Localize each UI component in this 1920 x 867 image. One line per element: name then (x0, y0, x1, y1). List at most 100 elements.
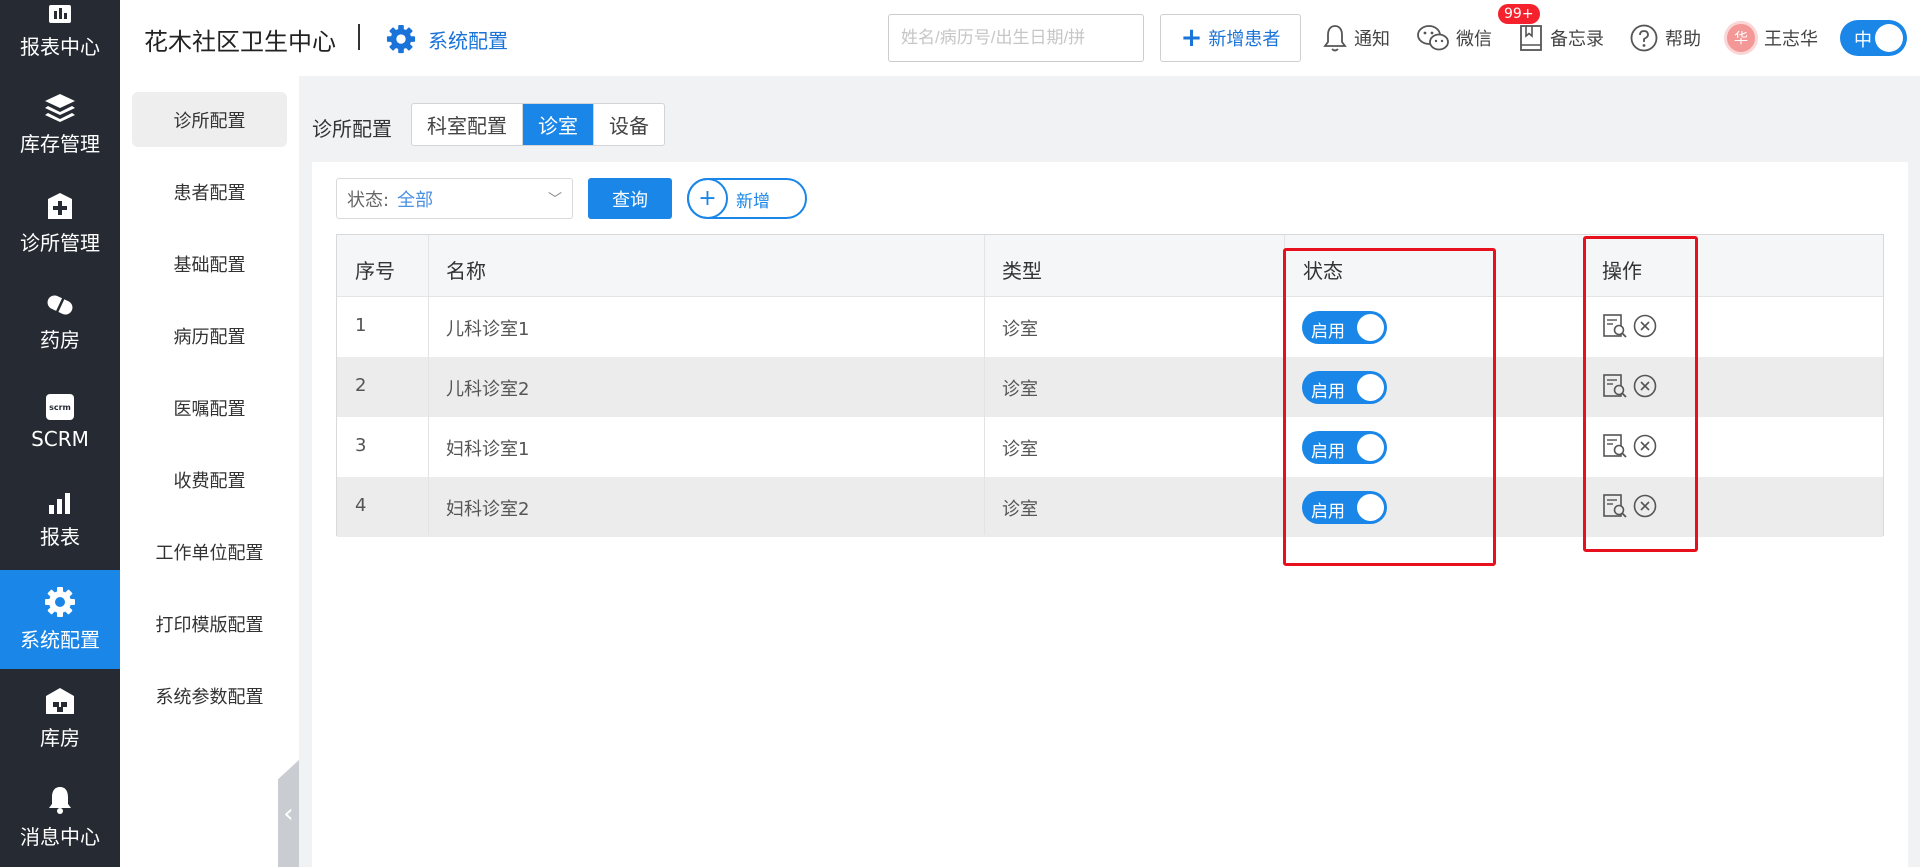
row-type: 诊室 (1002, 379, 1038, 400)
status-toggle[interactable]: 启用 (1302, 371, 1387, 404)
nav-item-reports[interactable]: 报表 (0, 471, 120, 570)
row-type: 诊室 (1002, 319, 1038, 340)
view-detail-icon[interactable] (1602, 433, 1628, 459)
filter-value: 全部 (397, 189, 434, 211)
row-index: 2 (355, 375, 367, 396)
status-toggle[interactable]: 启用 (1302, 431, 1387, 464)
delete-circle-icon[interactable] (1632, 433, 1658, 459)
bell-icon (49, 787, 71, 814)
tab-department-config[interactable]: 科室配置 (412, 104, 523, 145)
pill-icon (47, 294, 73, 316)
nav-item-report-center[interactable]: 报表中心 (0, 0, 120, 81)
scrm-icon: scrm (46, 393, 74, 420)
sidebar-item-record-config[interactable]: 病历配置 (132, 308, 287, 363)
status-filter-select[interactable]: 状态: 全部 ﹀ (336, 178, 573, 219)
help-button[interactable]: 帮助 (1629, 20, 1701, 56)
sidebar-item-patient-config[interactable]: 患者配置 (132, 164, 287, 219)
nav-label: 库存管理 (20, 132, 100, 156)
breadcrumb: 诊所配置 (312, 117, 392, 141)
tab-consult-room[interactable]: 诊室 (523, 104, 594, 145)
add-patient-label: 新增患者 (1208, 29, 1281, 50)
sidebar-item-clinic-config[interactable]: 诊所配置 (132, 92, 287, 147)
row-name: 妇科诊室2 (446, 499, 530, 520)
nav-item-scrm[interactable]: scrm SCRM (0, 372, 120, 471)
avatar: 华 (1724, 21, 1758, 55)
chevron-left-icon: ‹ (283, 798, 294, 829)
add-patient-button[interactable]: + 新增患者 (1160, 14, 1301, 62)
add-button[interactable]: + 新增 (687, 178, 807, 219)
toggle-label: 启用 (1311, 322, 1345, 342)
language-toggle[interactable]: 中 (1840, 20, 1907, 56)
plus-icon: + (1180, 23, 1203, 53)
wechat-button[interactable]: 微信 (1416, 20, 1492, 56)
bell-outline-icon (1323, 25, 1347, 52)
notebook-icon (1520, 25, 1542, 51)
nav-label: 诊所管理 (20, 231, 100, 255)
collapse-sidebar-button[interactable]: ‹ (278, 760, 299, 867)
delete-circle-icon[interactable] (1632, 373, 1658, 399)
row-name: 儿科诊室1 (446, 319, 530, 340)
table-row: 1 儿科诊室1 诊室 启用 (337, 297, 1883, 357)
table-row: 2 儿科诊室2 诊室 启用 (337, 357, 1883, 417)
nav-item-system-config[interactable]: 系统配置 (0, 570, 120, 669)
row-index: 3 (355, 435, 367, 456)
row-type: 诊室 (1002, 439, 1038, 460)
nav-item-warehouse[interactable]: 库房 (0, 669, 120, 768)
sidebar-item-billing-config[interactable]: 收费配置 (132, 452, 287, 507)
header-name: 名称 (446, 259, 486, 283)
help-circle-icon (1630, 24, 1658, 52)
sidebar-item-print-template-config[interactable]: 打印模版配置 (132, 596, 287, 651)
delete-circle-icon[interactable] (1632, 313, 1658, 339)
row-name: 儿科诊室2 (446, 379, 530, 400)
top-header: 花木社区卫生中心 系统配置 + 新增患者 通知 99+ 微信 备忘录 帮助 华 … (120, 0, 1920, 76)
header-index: 序号 (355, 259, 395, 283)
filter-label: 状态: (347, 189, 390, 211)
main-nav: 报表中心 库存管理 诊所管理 药房 scrm SCRM 报表 系统配置 库房 消… (0, 0, 120, 867)
chevron-down-icon: ﹀ (548, 191, 562, 208)
sidebar-item-basic-config[interactable]: 基础配置 (132, 236, 287, 291)
nav-item-clinic[interactable]: 诊所管理 (0, 174, 120, 273)
table-row: 3 妇科诊室1 诊室 启用 (337, 417, 1883, 477)
row-name: 妇科诊室1 (446, 439, 530, 460)
notifications-button[interactable]: 通知 (1322, 20, 1390, 56)
add-label: 新增 (736, 192, 770, 212)
view-detail-icon[interactable] (1602, 493, 1628, 519)
medical-kit-icon (48, 193, 72, 219)
stack-layers-icon (45, 94, 75, 122)
user-name: 王志华 (1764, 29, 1818, 50)
view-detail-icon[interactable] (1602, 373, 1628, 399)
tab-bar: 科室配置 诊室 设备 (411, 103, 665, 146)
nav-label: 药房 (40, 328, 80, 352)
toggle-knob (1357, 494, 1384, 521)
row-index: 1 (355, 315, 367, 336)
toggle-knob (1875, 24, 1903, 52)
sidebar-item-workplace-config[interactable]: 工作单位配置 (132, 524, 287, 579)
gear-icon (386, 24, 416, 54)
header-actions: 操作 (1602, 259, 1642, 283)
status-toggle[interactable]: 启用 (1302, 491, 1387, 524)
column-divider (428, 235, 429, 535)
sidebar-item-system-params-config[interactable]: 系统参数配置 (132, 668, 287, 723)
delete-circle-icon[interactable] (1632, 493, 1658, 519)
nav-item-pharmacy[interactable]: 药房 (0, 273, 120, 372)
wechat-icon (1417, 25, 1449, 51)
header-type: 类型 (1002, 259, 1042, 283)
plus-circle-icon: + (687, 178, 728, 219)
wechat-label: 微信 (1456, 29, 1492, 50)
toggle-knob (1357, 434, 1384, 461)
patient-search-input[interactable] (888, 14, 1144, 62)
query-button[interactable]: 查询 (588, 178, 672, 219)
nav-item-inventory[interactable]: 库存管理 (0, 75, 120, 174)
user-menu[interactable]: 华 王志华 (1724, 20, 1818, 56)
clinic-name: 花木社区卫生中心 (144, 28, 336, 56)
module-title: 系统配置 (428, 29, 508, 53)
sidebar-item-order-config[interactable]: 医嘱配置 (132, 380, 287, 435)
nav-label: 系统配置 (20, 628, 100, 652)
view-detail-icon[interactable] (1602, 313, 1628, 339)
header-status: 状态 (1303, 259, 1343, 283)
tab-equipment[interactable]: 设备 (594, 104, 664, 145)
memo-button[interactable]: 备忘录 (1518, 20, 1604, 56)
status-toggle[interactable]: 启用 (1302, 311, 1387, 344)
nav-item-messages[interactable]: 消息中心 (0, 768, 120, 867)
column-divider (984, 235, 985, 535)
